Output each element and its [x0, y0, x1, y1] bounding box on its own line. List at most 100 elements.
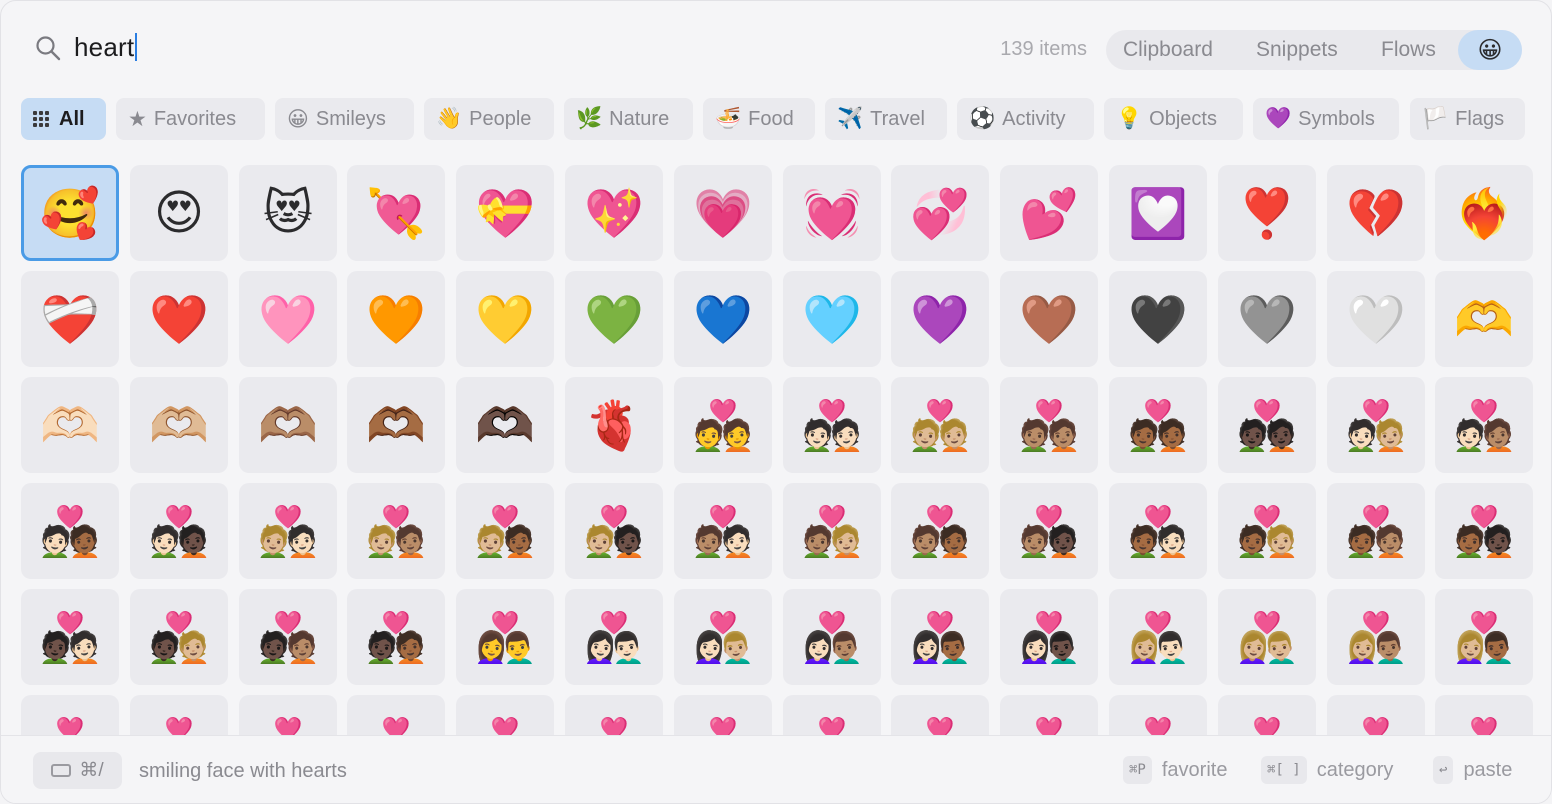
emoji-cell[interactable]: ❣️ — [1218, 165, 1316, 261]
emoji-cell[interactable]: 🧑🏾‍❤️‍🧑🏻 — [1109, 483, 1207, 579]
emoji-cell[interactable]: 🧑🏻‍❤️‍🧑🏼 — [1327, 377, 1425, 473]
emoji-cell[interactable]: 🧑🏾‍❤️‍🧑🏽 — [1327, 483, 1425, 579]
emoji-cell[interactable]: 👩🏻‍❤️‍👨🏽 — [783, 589, 881, 685]
emoji-cell[interactable]: 💛 — [456, 271, 554, 367]
keyboard-shortcut-button[interactable]: ⌘/ — [33, 752, 122, 789]
category-flags[interactable]: 🏳️ Flags — [1410, 98, 1525, 140]
emoji-cell[interactable]: 🧑🏼‍❤️‍🧑🏽 — [347, 483, 445, 579]
emoji-cell[interactable]: 💑 — [456, 695, 554, 735]
emoji-cell[interactable]: 💑🏼 — [891, 377, 989, 473]
emoji-cell[interactable]: 💑🏻 — [783, 377, 881, 473]
emoji-cell[interactable]: 💑 — [674, 695, 772, 735]
emoji-cell[interactable]: 🤍 — [1327, 271, 1425, 367]
category-objects[interactable]: 💡 Objects — [1104, 98, 1243, 140]
emoji-cell[interactable]: 🫶🏼 — [130, 377, 228, 473]
emoji-cell[interactable]: 🧑🏼‍❤️‍🧑🏾 — [456, 483, 554, 579]
emoji-cell[interactable]: 💑 — [565, 695, 663, 735]
emoji-cell[interactable]: 💝 — [456, 165, 554, 261]
emoji-cell[interactable]: 💑 — [1435, 695, 1533, 735]
emoji-cell[interactable]: 💑 — [891, 695, 989, 735]
emoji-cell[interactable]: 🫶 — [1435, 271, 1533, 367]
category-activity[interactable]: ⚽ Activity — [957, 98, 1094, 140]
emoji-cell[interactable]: 👩🏼‍❤️‍👨🏼 — [1218, 589, 1316, 685]
emoji-cell[interactable]: ❤️‍🩹 — [21, 271, 119, 367]
emoji-cell[interactable]: 🩷 — [239, 271, 337, 367]
emoji-cell[interactable]: 💟 — [1109, 165, 1207, 261]
emoji-cell[interactable]: 🧑🏽‍❤️‍🧑🏿 — [1000, 483, 1098, 579]
emoji-cell[interactable]: 💑 — [1109, 695, 1207, 735]
emoji-cell[interactable]: 😻 — [239, 165, 337, 261]
emoji-cell[interactable]: 🤎 — [1000, 271, 1098, 367]
category-symbols[interactable]: 💜 Symbols — [1253, 98, 1399, 140]
emoji-cell[interactable]: 🫶🏻 — [21, 377, 119, 473]
emoji-cell[interactable]: 💑 — [347, 695, 445, 735]
emoji-cell[interactable]: 💔 — [1327, 165, 1425, 261]
emoji-cell[interactable]: 💑🏽 — [1000, 377, 1098, 473]
emoji-cell[interactable]: 🫶🏽 — [239, 377, 337, 473]
emoji-cell[interactable]: 🧑🏻‍❤️‍🧑🏽 — [1435, 377, 1533, 473]
category-nature[interactable]: 🌿 Nature — [564, 98, 693, 140]
mode-tab-snippets[interactable]: Snippets — [1256, 38, 1338, 62]
emoji-cell[interactable]: 👩🏼‍❤️‍👨🏾 — [1435, 589, 1533, 685]
emoji-cell[interactable]: 💙 — [674, 271, 772, 367]
emoji-cell[interactable]: 💕 — [1000, 165, 1098, 261]
emoji-cell[interactable]: 👩🏻‍❤️‍👨🏿 — [1000, 589, 1098, 685]
emoji-cell[interactable]: 💚 — [565, 271, 663, 367]
emoji-cell[interactable]: 🧑🏾‍❤️‍🧑🏼 — [1218, 483, 1316, 579]
category-food[interactable]: 🍜 Food — [703, 98, 815, 140]
emoji-cell[interactable]: ❤️ — [130, 271, 228, 367]
emoji-cell[interactable]: 🫶🏾 — [347, 377, 445, 473]
emoji-cell[interactable]: 🧑🏿‍❤️‍🧑🏼 — [130, 589, 228, 685]
emoji-cell[interactable]: ❤️‍🔥 — [1435, 165, 1533, 261]
emoji-cell[interactable]: 🫶🏿 — [456, 377, 554, 473]
category-all[interactable]: All — [21, 98, 106, 140]
hint-paste[interactable]: ↩ paste — [1433, 756, 1512, 784]
emoji-cell[interactable]: 😍 — [130, 165, 228, 261]
hint-category[interactable]: ⌘[ ] category — [1261, 756, 1393, 784]
mode-tab-clipboard[interactable]: Clipboard — [1123, 38, 1213, 62]
emoji-cell[interactable]: 💑 — [783, 695, 881, 735]
search-input[interactable]: heart — [74, 32, 138, 63]
emoji-cell[interactable]: 💗 — [674, 165, 772, 261]
emoji-cell[interactable]: 🫀 — [565, 377, 663, 473]
emoji-cell[interactable]: 💑🏿 — [1218, 377, 1316, 473]
emoji-cell[interactable]: 💜 — [891, 271, 989, 367]
emoji-cell[interactable]: 🖤 — [1109, 271, 1207, 367]
category-travel[interactable]: ✈️ Travel — [825, 98, 947, 140]
emoji-cell[interactable]: 🧑🏼‍❤️‍🧑🏿 — [565, 483, 663, 579]
category-people[interactable]: 👋 People — [424, 98, 554, 140]
emoji-cell[interactable]: 💑 — [1327, 695, 1425, 735]
emoji-cell[interactable]: 🧑🏿‍❤️‍🧑🏽 — [239, 589, 337, 685]
emoji-cell[interactable]: 💑🏾 — [1109, 377, 1207, 473]
emoji-cell[interactable]: 👩🏼‍❤️‍👨🏽 — [1327, 589, 1425, 685]
emoji-cell[interactable]: 💑 — [1000, 695, 1098, 735]
emoji-cell[interactable]: 👩🏻‍❤️‍👨🏻 — [565, 589, 663, 685]
emoji-cell[interactable]: 👩🏼‍❤️‍👨🏻 — [1109, 589, 1207, 685]
emoji-cell[interactable]: 🧑🏽‍❤️‍🧑🏼 — [783, 483, 881, 579]
emoji-cell[interactable]: 🧑🏾‍❤️‍🧑🏿 — [1435, 483, 1533, 579]
emoji-cell[interactable]: 💘 — [347, 165, 445, 261]
emoji-cell[interactable]: 👩🏻‍❤️‍👨🏼 — [674, 589, 772, 685]
emoji-cell[interactable]: 💑 — [674, 377, 772, 473]
emoji-cell[interactable]: 🧑🏻‍❤️‍🧑🏿 — [130, 483, 228, 579]
emoji-cell[interactable]: 👩‍❤️‍👨 — [456, 589, 554, 685]
category-favorites[interactable]: ★ Favorites — [116, 98, 265, 140]
emoji-cell[interactable]: 💞 — [891, 165, 989, 261]
emoji-cell[interactable]: 💑 — [21, 695, 119, 735]
emoji-cell[interactable]: 🧑🏽‍❤️‍🧑🏻 — [674, 483, 772, 579]
emoji-cell[interactable]: 🧑🏼‍❤️‍🧑🏻 — [239, 483, 337, 579]
emoji-cell[interactable]: 💓 — [783, 165, 881, 261]
emoji-cell[interactable]: 🧡 — [347, 271, 445, 367]
emoji-cell[interactable]: 💑 — [1218, 695, 1316, 735]
emoji-cell[interactable]: 🧑🏿‍❤️‍🧑🏻 — [21, 589, 119, 685]
category-smileys[interactable]: 😀 Smileys — [275, 98, 414, 140]
emoji-cell[interactable]: 🩵 — [783, 271, 881, 367]
emoji-cell[interactable]: 💑 — [239, 695, 337, 735]
emoji-cell[interactable]: 👩🏻‍❤️‍👨🏾 — [891, 589, 989, 685]
emoji-cell[interactable]: 🧑🏽‍❤️‍🧑🏾 — [891, 483, 989, 579]
mode-tab-emoji[interactable]: 😀 — [1458, 30, 1522, 70]
emoji-cell[interactable]: 🩶 — [1218, 271, 1316, 367]
hint-favorite[interactable]: ⌘P favorite — [1123, 756, 1227, 784]
emoji-cell[interactable]: 💖 — [565, 165, 663, 261]
emoji-cell[interactable]: 💑 — [130, 695, 228, 735]
